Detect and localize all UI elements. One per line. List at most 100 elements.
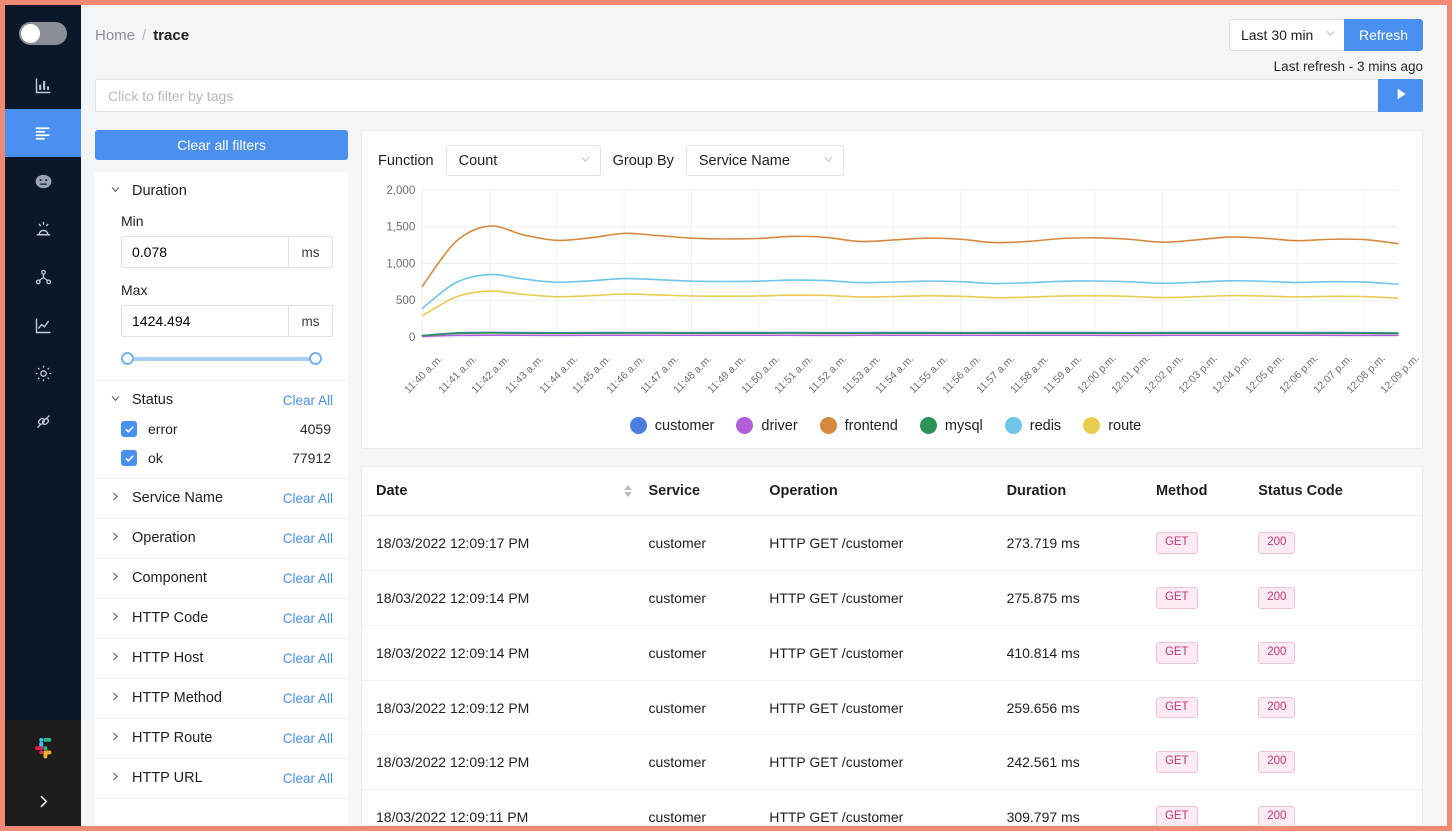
slack-logo-icon (29, 736, 57, 767)
sort-toggle-icon[interactable] (624, 485, 633, 498)
table-row[interactable]: 18/03/2022 12:09:12 PM customer HTTP GET /… (362, 680, 1422, 736)
groupby-label: Group By (612, 152, 674, 169)
breadcrumb-home[interactable]: Home (95, 27, 135, 44)
clear-all-link[interactable]: Clear All (283, 731, 333, 746)
legend-item-route[interactable]: route (1083, 417, 1142, 435)
table-row[interactable]: 18/03/2022 12:09:12 PM customer HTTP GET /… (362, 734, 1422, 791)
clear-all-link[interactable]: Clear All (283, 691, 333, 706)
slider-handle-max[interactable] (309, 352, 322, 366)
filter-section-status-header[interactable]: Status Clear All (110, 392, 333, 408)
chart-y-tick-label: 1,500 (386, 222, 415, 234)
filter-section-header[interactable]: Service Name Clear All (110, 490, 333, 506)
duration-min-input[interactable] (122, 237, 288, 268)
sidebar-item-integrations[interactable] (5, 397, 81, 445)
chart-controls: Function Count Group By Service Name (378, 145, 1406, 177)
cell-date: 18/03/2022 12:09:17 PM (362, 515, 649, 572)
duration-min-label: Min (121, 213, 144, 230)
status-option-error[interactable]: error 4059 (121, 421, 331, 438)
theme-toggle[interactable] (19, 21, 67, 45)
filter-section-header[interactable]: HTTP Method Clear All (110, 690, 333, 706)
filter-section-service-name: Service Name Clear All (95, 479, 348, 520)
filter-sections-scroll[interactable]: Duration Min ms Max ms (95, 172, 348, 826)
cell-date: 18/03/2022 12:09:14 PM (362, 625, 649, 681)
play-icon (1393, 86, 1409, 105)
clear-all-link[interactable]: Clear All (283, 571, 333, 586)
filter-section-header[interactable]: Component Clear All (110, 570, 333, 586)
refresh-button[interactable]: Refresh (1343, 19, 1423, 51)
content-area: Clear all filters Duration Min 0.078 ms … (81, 112, 1447, 826)
clear-all-link[interactable]: Clear All (283, 531, 333, 546)
tag-filter-input[interactable] (95, 79, 1378, 113)
column-header-status-code: Status Code (1258, 467, 1422, 517)
clear-all-link[interactable]: Clear All (283, 491, 333, 506)
status-badge: 200 (1258, 696, 1296, 719)
legend-color-dot (1004, 417, 1022, 435)
left-nav-rail (5, 5, 81, 826)
timeseries-chart[interactable]: 2,000 1,500 1,000 500 0 (378, 184, 1406, 359)
filter-section-header[interactable]: HTTP Host Clear All (110, 650, 333, 666)
function-select[interactable]: Count (445, 145, 601, 177)
legend-label: route (1108, 417, 1142, 434)
cell-operation: HTTP GET /customer (769, 515, 1007, 572)
slider-handle-min[interactable] (121, 352, 134, 366)
sidebar-item-service-map[interactable] (5, 253, 81, 301)
duration-range-slider[interactable] (121, 352, 322, 366)
method-badge: GET (1155, 751, 1198, 774)
chevron-down-icon (580, 154, 591, 168)
sidebar-item-metrics[interactable] (5, 157, 81, 205)
clear-all-link[interactable]: Clear All (283, 393, 333, 408)
sidebar-item-usage-explorer[interactable] (5, 301, 81, 349)
filter-section-title: HTTP URL (132, 770, 203, 787)
clear-all-link[interactable]: Clear All (283, 611, 333, 626)
filters-sidebar: Clear all filters Duration Min 0.078 ms … (95, 130, 348, 826)
sidebar-item-dashboards[interactable] (5, 61, 81, 109)
expand-sidebar-button[interactable] (5, 782, 81, 826)
breadcrumb-current: trace (153, 27, 190, 44)
sidebar-item-alerts[interactable] (5, 205, 81, 253)
filter-section-title: HTTP Route (132, 730, 213, 747)
checkbox-checked-icon[interactable] (121, 421, 137, 438)
filter-section-header[interactable]: HTTP Route Clear All (110, 730, 333, 746)
slack-button[interactable] (5, 720, 81, 782)
table-row[interactable]: 18/03/2022 12:09:14 PM customer HTTP GET /… (362, 570, 1422, 626)
clear-all-filters-button[interactable]: Clear all filters (95, 130, 348, 161)
table-row[interactable]: 18/03/2022 12:09:14 PM customer HTTP GET /… (362, 625, 1422, 681)
sidebar-item-traces[interactable] (5, 109, 81, 157)
cell-status-code: 200 (1258, 515, 1422, 572)
status-option-ok[interactable]: ok 77912 (121, 450, 331, 467)
duration-max-unit: ms (288, 306, 332, 337)
clear-all-link[interactable]: Clear All (283, 651, 333, 666)
sidebar-item-settings[interactable] (5, 349, 81, 397)
table-row[interactable]: 18/03/2022 12:09:17 PM customer HTTP GET /… (362, 515, 1422, 572)
bar-chart-icon (33, 75, 54, 96)
legend-item-frontend[interactable]: frontend (819, 417, 898, 435)
duration-max-label: Max (121, 282, 148, 299)
filter-section-header[interactable]: Operation Clear All (110, 530, 333, 546)
clear-all-link[interactable]: Clear All (283, 771, 333, 786)
chevron-right-icon (110, 651, 121, 665)
filter-section-header[interactable]: HTTP URL Clear All (110, 770, 333, 786)
filter-section-header[interactable]: HTTP Code Clear All (110, 610, 333, 626)
duration-max-input[interactable] (122, 306, 288, 337)
filter-section-duration-header[interactable]: Duration (110, 183, 333, 199)
filter-section-http-host: HTTP Host Clear All (95, 639, 348, 680)
topbar-right: Last 30 min Refresh Last refresh - 3 min… (1228, 19, 1423, 74)
filter-section-status: Status Clear All error 4059 ok 77912 (95, 381, 348, 480)
filter-section-component: Component Clear All (95, 559, 348, 600)
time-range-select[interactable]: Last 30 min (1228, 19, 1344, 51)
table-row[interactable]: 18/03/2022 12:09:11 PM customer HTTP GET /… (362, 789, 1422, 826)
column-header-date[interactable]: Date (362, 467, 649, 517)
legend-item-driver[interactable]: driver (736, 417, 798, 435)
legend-item-redis[interactable]: redis (1004, 417, 1061, 435)
tag-filter-submit-button[interactable] (1378, 79, 1423, 113)
legend-item-customer[interactable]: customer (629, 417, 714, 435)
checkbox-checked-icon[interactable] (121, 450, 137, 467)
time-controls: Last 30 min Refresh (1228, 19, 1423, 51)
filter-section-title: Operation (132, 530, 196, 547)
service-map-icon (33, 267, 54, 288)
legend-color-dot (819, 417, 837, 435)
legend-item-mysql[interactable]: mysql (919, 417, 983, 435)
filter-section-duration: Duration Min ms Max ms (95, 172, 348, 382)
cell-duration: 259.656 ms (1006, 680, 1156, 736)
groupby-select[interactable]: Service Name (685, 145, 844, 177)
